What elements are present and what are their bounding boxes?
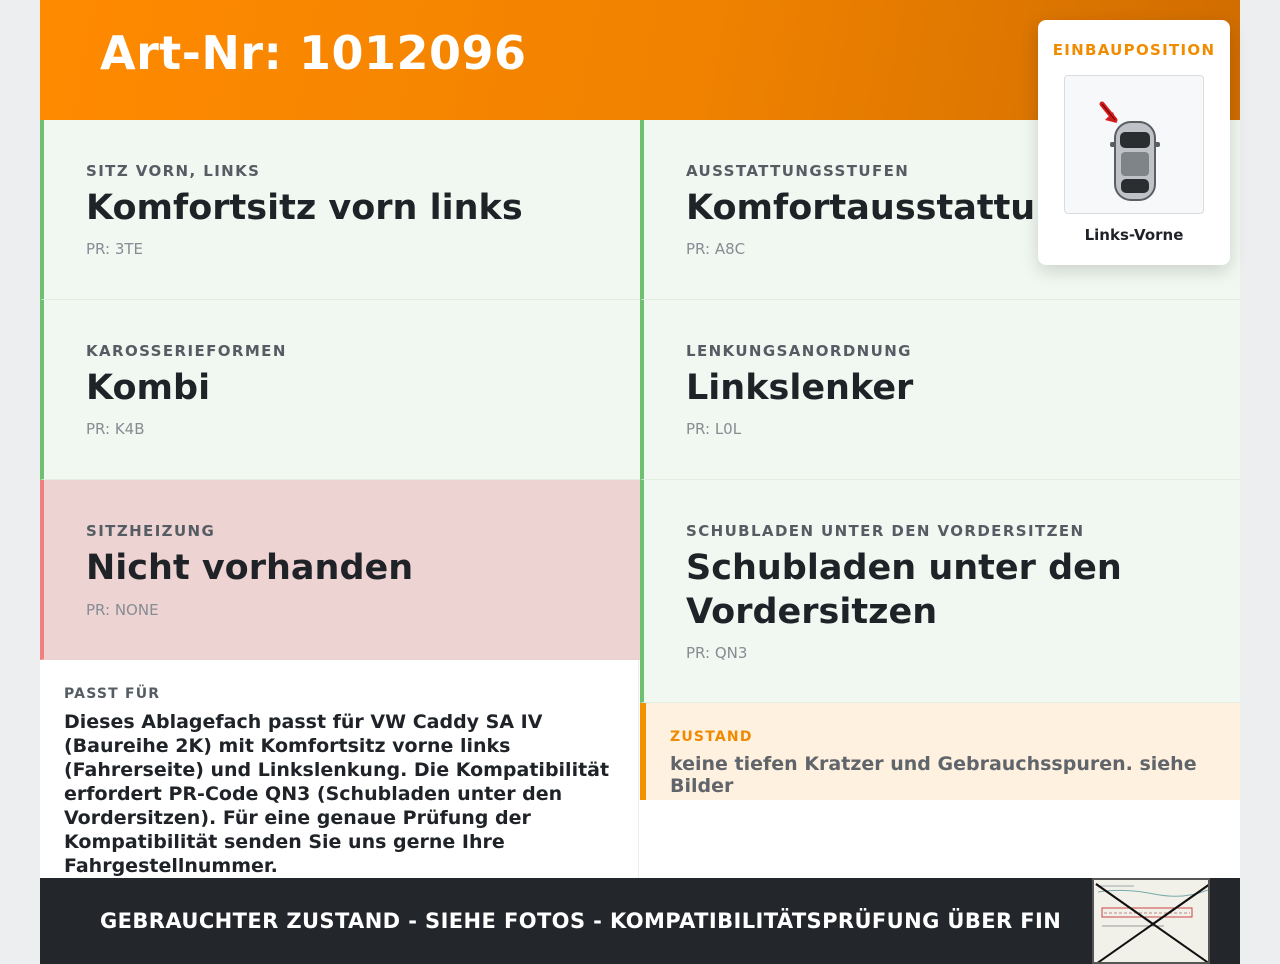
installation-position-image: [1064, 75, 1204, 214]
document-image-icon: [1094, 880, 1208, 962]
spec-cell-schubladen: SCHUBLADEN UNTER DEN VORDERSITZEN Schubl…: [640, 480, 1240, 703]
spec-cell-sitz: SITZ VORN, LINKS Komfortsitz vorn links …: [40, 120, 640, 300]
document-thumbnail[interactable]: [1092, 878, 1210, 964]
einbauposition-popup: EINBAUPOSITION Links-Vorne: [1038, 20, 1230, 265]
einbauposition-caption: Links-Vorne: [1084, 226, 1184, 244]
spec-value: Komfortsitz vorn links: [86, 188, 523, 228]
spec-cell-karosserie: KAROSSERIEFORMEN Kombi PR: K4B: [40, 300, 640, 480]
spec-value: Schubladen unter den Vordersitzen: [686, 548, 1122, 632]
article-number-title: Art-Nr: 1012096: [100, 26, 527, 80]
spec-label: KAROSSERIEFORMEN: [86, 342, 287, 360]
spec-value: Linkslenker: [686, 368, 914, 408]
spec-value: Nicht vorhanden: [86, 548, 414, 588]
spec-pr-code: PR: L0L: [686, 420, 742, 438]
spec-label: SITZHEIZUNG: [86, 522, 216, 540]
compatibility-section: PASST FÜR Dieses Ablagefach passt für VW…: [40, 660, 639, 878]
compatibility-text: Dieses Ablagefach passt für VW Caddy SA …: [64, 711, 610, 877]
spec-label: AUSSTATTUNGSSTUFEN: [686, 162, 910, 180]
spec-cell-lenkung: LENKUNGSANORDNUNG Linkslenker PR: L0L: [640, 300, 1240, 480]
compatibility-label: PASST FÜR: [64, 686, 161, 702]
spec-pr-code: PR: 3TE: [86, 240, 144, 258]
spec-cell-sitzheizung: SITZHEIZUNG Nicht vorhanden PR: NONE: [40, 480, 640, 660]
einbauposition-title: EINBAUPOSITION: [1052, 41, 1216, 59]
spec-value: Kombi: [86, 368, 211, 408]
footer-bar: GEBRAUCHTER ZUSTAND - SIEHE FOTOS - KOMP…: [40, 878, 1240, 964]
spec-label: SITZ VORN, LINKS: [86, 162, 261, 180]
spec-pr-code: PR: NONE: [86, 601, 159, 619]
spec-pr-code: PR: A8C: [686, 240, 746, 258]
spec-pr-code: PR: K4B: [86, 420, 145, 438]
spec-pr-code: PR: QN3: [686, 644, 748, 662]
condition-label: ZUSTAND: [670, 729, 753, 745]
spec-label: LENKUNGSANORDNUNG: [686, 342, 912, 360]
condition-text: keine tiefen Kratzer und Gebrauchsspuren…: [670, 753, 1197, 797]
footer-notice: GEBRAUCHTER ZUSTAND - SIEHE FOTOS - KOMP…: [100, 909, 1062, 933]
spec-label: SCHUBLADEN UNTER DEN VORDERSITZEN: [686, 522, 1085, 540]
car-top-view-icon: [1099, 101, 1160, 201]
condition-section: ZUSTAND keine tiefen Kratzer und Gebrauc…: [640, 703, 1240, 800]
